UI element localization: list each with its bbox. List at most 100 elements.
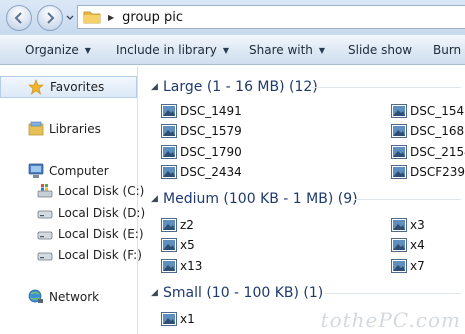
network-icon	[28, 289, 43, 303]
collapse-chevron-icon[interactable]: ◢	[151, 82, 163, 92]
slide-show-label: Slide show	[348, 43, 413, 57]
group-title: Small (10 - 100 KB) (1)	[163, 285, 324, 301]
nav-network-label: Network	[49, 290, 100, 304]
slide-show-button[interactable]: Slide show	[348, 35, 412, 65]
file-name: x3	[410, 218, 425, 232]
file-item[interactable]: DSC_1790	[161, 143, 242, 161]
image-file-icon	[161, 145, 177, 159]
nav-disk-d[interactable]: Local Disk (D:)	[0, 202, 145, 224]
system-drive-icon	[37, 184, 53, 198]
nav-favorites[interactable]: Favorites	[0, 76, 137, 98]
chevron-down-icon: ▼	[318, 45, 326, 55]
chevron-down-icon: ▼	[222, 45, 230, 55]
file-item[interactable]: x3	[391, 216, 425, 234]
group-divider	[311, 87, 461, 88]
file-name: DSC_2154	[410, 145, 465, 159]
nav-favorites-label: Favorites	[50, 80, 105, 94]
nav-disk-f[interactable]: Local Disk (F:)	[0, 244, 142, 266]
nav-computer-label: Computer	[49, 164, 109, 178]
file-item[interactable]: DSC_1543	[391, 102, 465, 120]
computer-icon	[28, 163, 44, 178]
file-item[interactable]: x5	[161, 236, 195, 254]
burn-button[interactable]: Burn	[433, 35, 461, 65]
arrow-left-icon	[14, 12, 22, 24]
nav-libraries-label: Libraries	[49, 122, 101, 136]
file-name: z2	[180, 218, 194, 232]
image-file-icon	[161, 104, 177, 118]
include-in-library-button[interactable]: Include in library ▼	[116, 35, 229, 65]
nav-network[interactable]: Network	[0, 286, 137, 308]
nav-disk-f-label: Local Disk (F:)	[58, 248, 142, 262]
group-header-large[interactable]: ◢ Large (1 - 16 MB) (12)	[151, 77, 318, 97]
group-divider	[355, 199, 461, 200]
file-item[interactable]: DSC_1681	[391, 122, 465, 140]
group-header-small[interactable]: ◢ Small (10 - 100 KB) (1)	[151, 283, 323, 303]
watermark: tothePC.com	[320, 308, 461, 332]
share-with-button[interactable]: Share with ▼	[249, 35, 325, 65]
group-title: Large (1 - 16 MB) (12)	[163, 79, 318, 95]
file-item[interactable]: DSC_1491	[161, 102, 242, 120]
file-item[interactable]: DSC_2434	[161, 163, 242, 181]
image-file-icon	[391, 145, 407, 159]
image-file-icon	[161, 218, 177, 232]
image-file-icon	[161, 124, 177, 138]
hard-drive-icon	[37, 252, 53, 261]
forward-button[interactable]	[37, 5, 63, 31]
nav-disk-e[interactable]: Local Disk (E:)	[0, 223, 144, 245]
file-name: x1	[180, 312, 195, 326]
file-name: x13	[180, 259, 203, 273]
file-name: DSC_1681	[410, 124, 465, 138]
command-bar: Organize ▼ Include in library ▼ Share with…	[0, 35, 465, 65]
include-in-library-label: Include in library	[116, 43, 217, 57]
folder-icon	[83, 11, 101, 24]
nav-libraries[interactable]: Libraries	[0, 118, 137, 140]
nav-computer[interactable]: Computer	[0, 160, 137, 182]
hard-drive-icon	[37, 210, 53, 219]
collapse-chevron-icon[interactable]: ◢	[151, 194, 163, 204]
image-file-icon	[161, 259, 177, 273]
back-button[interactable]	[6, 5, 32, 31]
file-item[interactable]: z2	[161, 216, 194, 234]
star-icon	[28, 79, 44, 95]
arrow-right-icon	[47, 12, 55, 24]
file-name: DSC_1491	[180, 104, 242, 118]
file-item[interactable]: x13	[161, 257, 202, 275]
file-item[interactable]: x7	[391, 257, 425, 275]
file-item[interactable]: DSC_2154	[391, 143, 465, 161]
image-file-icon	[161, 165, 177, 179]
libraries-icon	[28, 121, 44, 136]
burn-label: Burn	[433, 43, 462, 57]
share-with-label: Share with	[249, 43, 313, 57]
file-list-pane: ◢ Large (1 - 16 MB) (12) DSC_1491 DSC_15…	[139, 66, 465, 334]
file-name: x4	[410, 238, 425, 252]
file-name: DSC_1790	[180, 145, 242, 159]
nav-disk-e-label: Local Disk (E:)	[58, 227, 144, 241]
file-name: x5	[180, 238, 195, 252]
chevron-down-icon: ▼	[84, 45, 91, 55]
file-item[interactable]: DSC_1579	[161, 122, 242, 140]
file-name: DSC_1579	[180, 124, 242, 138]
image-file-icon	[391, 218, 407, 232]
breadcrumb-separator-icon[interactable]: ▶	[108, 13, 114, 22]
image-file-icon	[391, 104, 407, 118]
address-field[interactable]: ▶ group pic	[77, 5, 465, 29]
file-name: DSC_2434	[180, 165, 242, 179]
recent-pages-chevron-icon[interactable]	[65, 13, 75, 23]
group-header-medium[interactable]: ◢ Medium (100 KB - 1 MB) (9)	[151, 189, 358, 209]
nav-disk-c[interactable]: Local Disk (C:)	[0, 180, 144, 202]
image-file-icon	[391, 124, 407, 138]
organize-button[interactable]: Organize ▼	[25, 35, 91, 65]
image-file-icon	[391, 259, 407, 273]
file-item[interactable]: DSCF2390	[391, 163, 465, 181]
breadcrumb-current[interactable]: group pic	[122, 10, 183, 25]
navigation-pane: Favorites Libraries Computer Local Disk …	[0, 66, 145, 334]
file-item[interactable]: x1	[161, 310, 195, 328]
nav-disk-d-label: Local Disk (D:)	[58, 206, 146, 220]
nav-disk-c-label: Local Disk (C:)	[58, 184, 145, 198]
file-name: DSCF2390	[410, 165, 465, 179]
address-bar-area: ▶ group pic	[0, 0, 465, 35]
file-item[interactable]: x4	[391, 236, 425, 254]
hard-drive-icon	[37, 231, 53, 240]
group-divider	[325, 293, 461, 294]
collapse-chevron-icon[interactable]: ◢	[151, 288, 163, 298]
